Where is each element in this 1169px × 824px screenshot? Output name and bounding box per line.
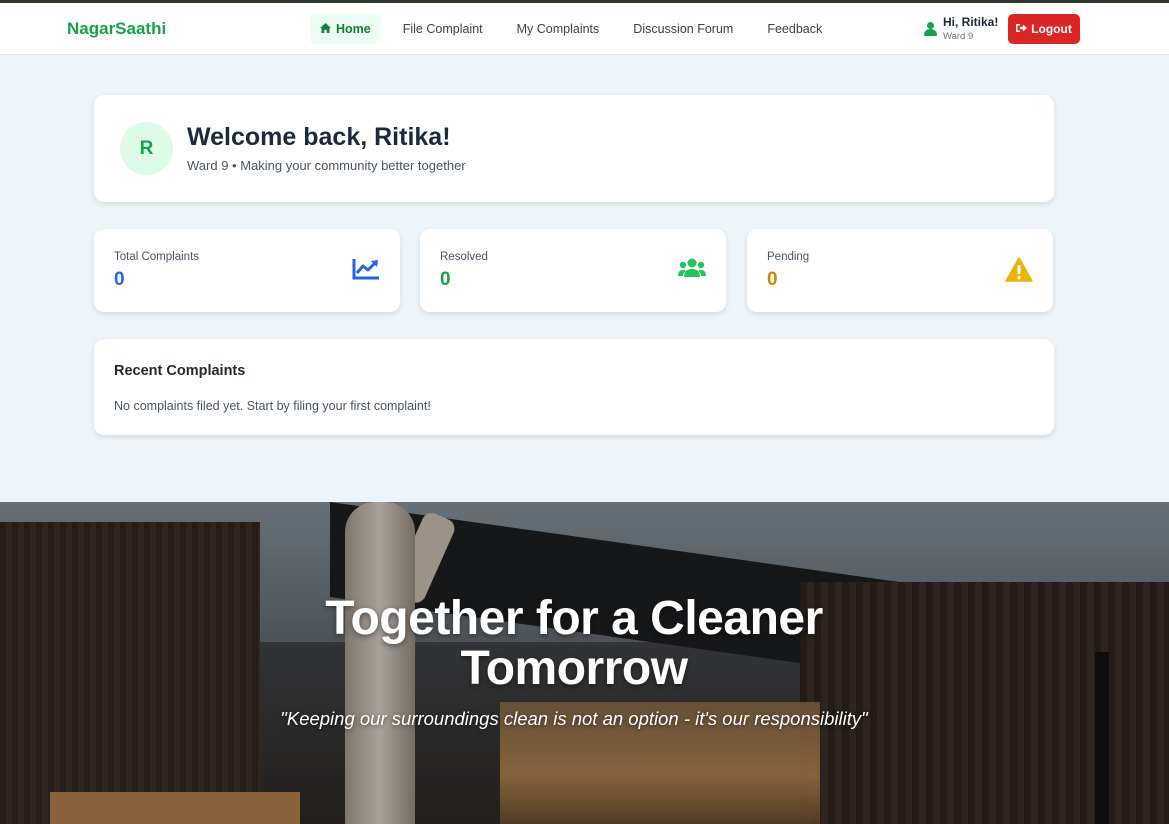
recent-complaints-card: Recent Complaints No complaints filed ye… [94, 339, 1054, 435]
nav-feedback[interactable]: Feedback [755, 14, 834, 44]
logout-button[interactable]: Logout [1008, 14, 1080, 44]
stat-card-resolved: Resolved 0 [420, 229, 726, 312]
user-greeting: Hi, Ritika! [943, 15, 999, 29]
logout-label: Logout [1031, 22, 1072, 36]
nav-my-complaints-label: My Complaints [516, 22, 600, 36]
nav-home-label: Home [336, 22, 371, 36]
user-info: Hi, Ritika! Ward 9 [924, 15, 998, 42]
navbar: NagarSaathi Home File Complaint My Compl… [0, 3, 1169, 55]
welcome-title: Welcome back, Ritika! [187, 123, 451, 151]
stat-value: 0 [767, 269, 778, 290]
stat-label: Total Complaints [114, 251, 200, 263]
brand-logo[interactable]: NagarSaathi [67, 19, 166, 39]
nav-my-complaints[interactable]: My Complaints [505, 14, 612, 44]
user-icon [924, 22, 937, 36]
recent-complaints-empty: No complaints filed yet. Start by filing… [114, 399, 431, 413]
hero-banner: Together for a Cleaner Tomorrow "Keeping… [0, 502, 1169, 824]
avatar: R [120, 122, 173, 175]
logout-icon [1016, 22, 1028, 36]
nav-file-complaint[interactable]: File Complaint [391, 14, 495, 44]
stat-card-total: Total Complaints 0 [94, 229, 400, 312]
stat-label: Resolved [440, 251, 488, 263]
stat-label: Pending [767, 251, 810, 263]
nav-discussion-forum-label: Discussion Forum [633, 22, 734, 36]
chart-line-icon [352, 257, 380, 283]
welcome-card: R Welcome back, Ritika! Ward 9 • Making … [94, 95, 1054, 202]
user-ward: Ward 9 [943, 31, 974, 42]
stat-value: 0 [114, 269, 125, 290]
stat-card-pending: Pending 0 [747, 229, 1053, 312]
main-nav: Home File Complaint My Complaints Discus… [310, 14, 844, 44]
warning-icon [1005, 257, 1033, 283]
recent-complaints-title: Recent Complaints [114, 363, 246, 379]
home-icon [320, 22, 331, 36]
nav-discussion-forum[interactable]: Discussion Forum [621, 14, 745, 44]
stat-value: 0 [440, 269, 451, 290]
hero-title: Together for a Cleaner Tomorrow [325, 592, 823, 695]
hero-quote: "Keeping our surroundings clean is not a… [280, 708, 868, 729]
users-icon [678, 257, 706, 283]
nav-file-complaint-label: File Complaint [402, 22, 483, 36]
nav-feedback-label: Feedback [767, 22, 823, 36]
nav-home[interactable]: Home [310, 14, 381, 44]
welcome-subtitle: Ward 9 • Making your community better to… [187, 158, 466, 173]
